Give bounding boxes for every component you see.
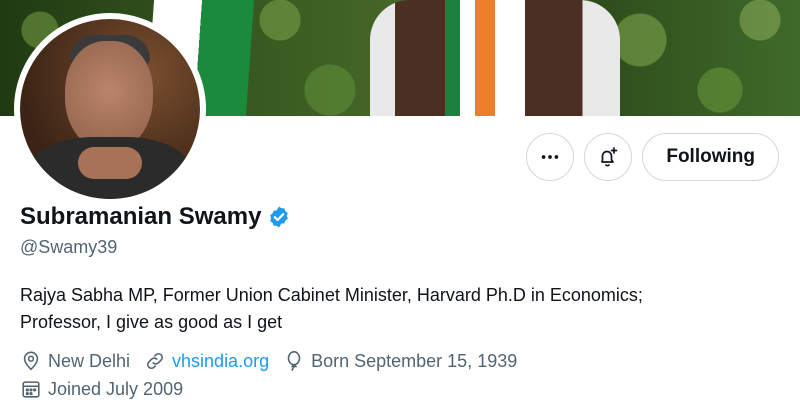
calendar-icon: [20, 378, 42, 400]
website: vhsindia.org: [144, 349, 269, 373]
more-horizontal-icon: [542, 155, 559, 159]
name-row: Subramanian Swamy: [20, 203, 780, 231]
more-button[interactable]: [526, 133, 575, 181]
location: New Delhi: [20, 349, 130, 373]
birthday: Born September 15, 1939: [283, 349, 517, 373]
bio-line-1: Rajya Sabha MP, Former Union Cabinet Min…: [20, 285, 643, 305]
avatar-face: [65, 41, 153, 151]
bell-plus-icon: [601, 147, 618, 167]
following-button[interactable]: Following: [642, 133, 779, 181]
display-name: Subramanian Swamy: [20, 203, 262, 230]
joined: Joined July 2009: [20, 377, 183, 400]
website-link[interactable]: vhsindia.org: [172, 351, 269, 372]
avatar-image[interactable]: [20, 19, 200, 199]
link-icon: [144, 350, 166, 372]
location-text: New Delhi: [48, 350, 131, 371]
profile-actions: Following: [526, 133, 779, 181]
avatar-hands: [78, 147, 142, 179]
profile-info: Subramanian Swamy @Swamy39 Rajya Sabha M…: [20, 203, 780, 400]
profile-meta: New Delhi vhsindia.org Born September 15…: [20, 349, 620, 400]
verified-badge-icon[interactable]: [267, 205, 291, 229]
bio: Rajya Sabha MP, Former Union Cabinet Min…: [20, 282, 780, 336]
avatar[interactable]: [14, 13, 206, 205]
birth-date: Born September 15, 1939: [311, 350, 518, 371]
bio-line-2: Professor, I give as good as I get: [20, 312, 283, 332]
banner-person: [370, 0, 620, 116]
notifications-button[interactable]: [584, 133, 633, 181]
user-handle: @Swamy39: [20, 237, 118, 257]
join-date: Joined July 2009: [48, 378, 184, 399]
balloon-icon: [283, 350, 305, 372]
location-pin-icon: [20, 350, 42, 372]
